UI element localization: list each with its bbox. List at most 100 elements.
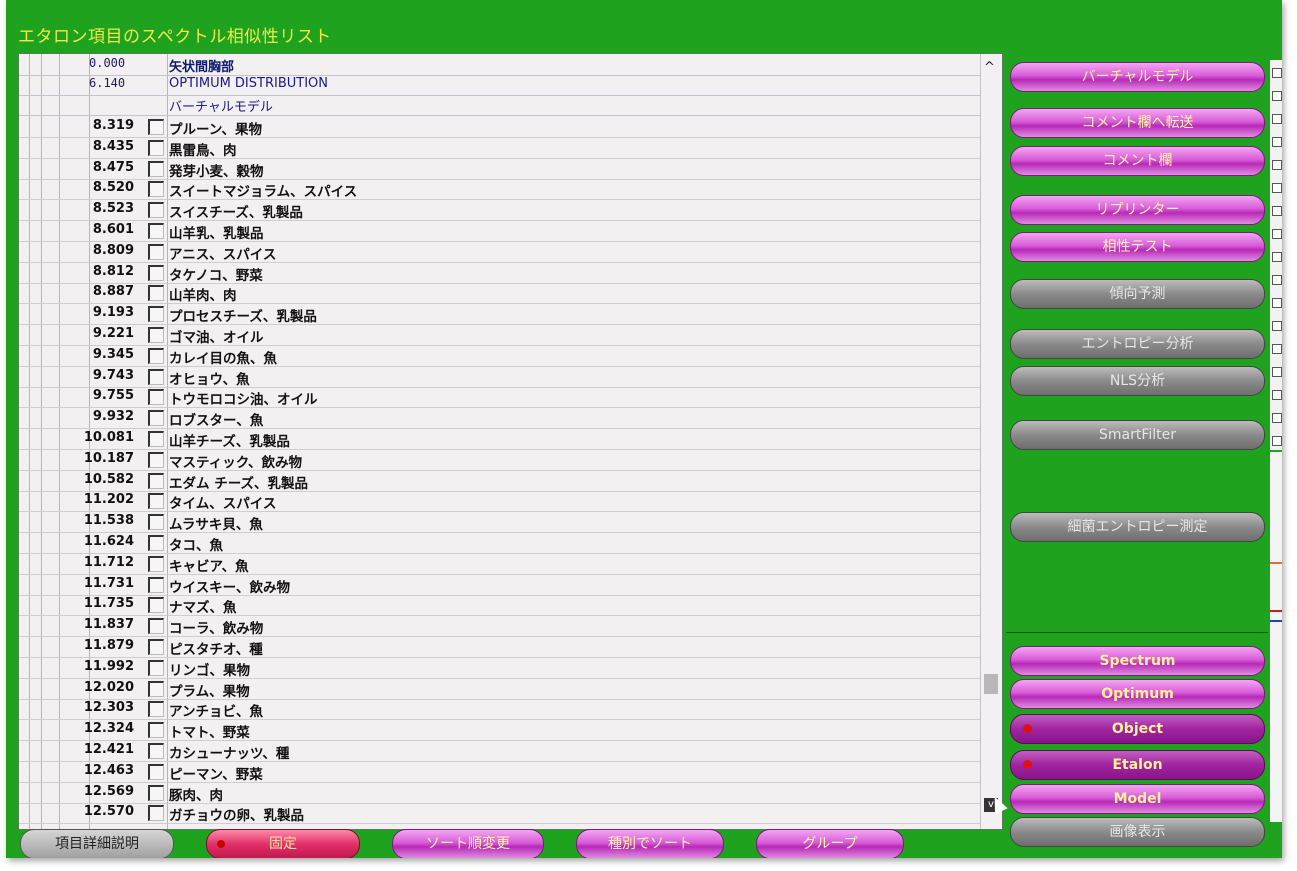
side-checkbox[interactable] bbox=[1272, 68, 1282, 78]
list-item[interactable]: 8.809 アニス、スパイス bbox=[19, 241, 980, 263]
row-checkbox[interactable] bbox=[148, 576, 164, 593]
side-checkbox[interactable] bbox=[1272, 137, 1282, 147]
list-item[interactable]: 10.187 マスティック、飲み物 bbox=[19, 449, 980, 471]
list-item[interactable]: 9.221 ゴマ油、オイル bbox=[19, 324, 980, 346]
row-checkbox[interactable] bbox=[148, 784, 164, 801]
header-row[interactable]: 6.140 OPTIMUM DISTRIBUTION bbox=[19, 74, 980, 96]
list-item[interactable]: 11.712 キャビア、魚 bbox=[19, 553, 980, 575]
list-item[interactable]: 9.932 ロブスター、魚 bbox=[19, 407, 980, 430]
list-item[interactable]: 11.992 リンゴ、果物 bbox=[19, 657, 980, 679]
row-checkbox[interactable] bbox=[148, 597, 164, 614]
optimum-button[interactable]: Optimum bbox=[1010, 679, 1265, 709]
list-item[interactable]: 12.020 プラム、果物 bbox=[19, 678, 980, 700]
fix-button[interactable]: 固定 bbox=[206, 829, 360, 858]
virtual-model-button[interactable]: バーチャルモデル bbox=[1010, 62, 1265, 92]
row-checkbox[interactable] bbox=[148, 160, 164, 177]
list-item[interactable]: 9.193 プロセスチーズ、乳製品 bbox=[19, 303, 980, 326]
side-checkbox[interactable] bbox=[1272, 321, 1282, 331]
list-item[interactable]: 8.319 プルーン、果物 bbox=[19, 116, 980, 138]
row-checkbox[interactable] bbox=[148, 139, 164, 156]
transfer-comment-button[interactable]: コメント欄へ転送 bbox=[1010, 108, 1265, 138]
list-item[interactable]: 8.523 スイスチーズ、乳製品 bbox=[19, 199, 980, 222]
row-checkbox[interactable] bbox=[148, 431, 164, 447]
list-item[interactable]: 8.475 発芽小麦、穀物 bbox=[19, 158, 980, 180]
list-item[interactable]: 11.202 タイム、スパイス bbox=[19, 490, 980, 513]
list-item[interactable]: 9.345 カレイ目の魚、魚 bbox=[19, 345, 980, 367]
row-checkbox[interactable] bbox=[148, 389, 164, 406]
list-item[interactable]: 12.463 ピーマン、野菜 bbox=[19, 761, 980, 783]
model-button[interactable]: Model bbox=[1010, 784, 1265, 814]
comment-button[interactable]: コメント欄 bbox=[1010, 146, 1265, 176]
list-item[interactable]: 11.538 ムラサキ貝、魚 bbox=[19, 511, 980, 534]
list-item[interactable]: 12.421 カシューナッツ、種 bbox=[19, 740, 980, 762]
list-item[interactable]: 8.601 山羊乳、乳製品 bbox=[19, 220, 980, 242]
list-item[interactable]: 8.435 黒雷鳥、肉 bbox=[19, 137, 980, 159]
row-checkbox[interactable] bbox=[148, 285, 164, 302]
row-checkbox[interactable] bbox=[148, 119, 164, 135]
side-checkbox[interactable] bbox=[1272, 229, 1282, 239]
row-checkbox[interactable] bbox=[148, 618, 164, 635]
side-checkbox[interactable] bbox=[1272, 390, 1282, 400]
nls-button[interactable]: NLS分析 bbox=[1010, 366, 1265, 396]
list-item[interactable]: 8.887 山羊肉、肉 bbox=[19, 282, 980, 305]
list-item[interactable]: 11.879 ピスタチオ、種 bbox=[19, 636, 980, 658]
row-checkbox[interactable] bbox=[148, 202, 164, 219]
list-item[interactable]: 10.081 山羊チーズ、乳製品 bbox=[19, 428, 980, 450]
row-checkbox[interactable] bbox=[148, 535, 164, 551]
sort-order-button[interactable]: ソート順変更 bbox=[392, 829, 544, 858]
list-item[interactable]: 10.582 エダム チーズ、乳製品 bbox=[19, 470, 980, 492]
side-checkbox[interactable] bbox=[1272, 367, 1282, 377]
row-checkbox[interactable] bbox=[148, 680, 164, 697]
side-checkbox[interactable] bbox=[1272, 183, 1282, 193]
list-item[interactable]: 9.755 トウモロコシ油、オイル bbox=[19, 386, 980, 409]
side-checkbox[interactable] bbox=[1272, 252, 1282, 262]
side-checkbox[interactable] bbox=[1272, 160, 1282, 170]
row-checkbox[interactable] bbox=[148, 639, 164, 655]
row-checkbox[interactable] bbox=[148, 514, 164, 531]
list-item[interactable]: 12.569 豚肉、肉 bbox=[19, 782, 980, 804]
row-checkbox[interactable] bbox=[148, 306, 164, 323]
list-item[interactable]: 11.624 タコ、魚 bbox=[19, 532, 980, 554]
object-button[interactable]: Object bbox=[1010, 714, 1265, 744]
row-checkbox[interactable] bbox=[148, 451, 164, 468]
sort-type-button[interactable]: 種別でソート bbox=[576, 829, 724, 858]
row-checkbox[interactable] bbox=[148, 493, 164, 510]
side-checkbox[interactable] bbox=[1272, 275, 1282, 285]
image-view-button[interactable]: 画像表示 bbox=[1010, 817, 1265, 847]
side-checkbox[interactable] bbox=[1272, 436, 1282, 446]
row-checkbox[interactable] bbox=[148, 410, 164, 427]
side-checkbox[interactable] bbox=[1272, 298, 1282, 308]
list-item[interactable]: 11.731 ウイスキー、飲み物 bbox=[19, 574, 980, 596]
list-item[interactable]: 8.520 スイートマジョラム、スパイス bbox=[19, 178, 980, 201]
side-checkbox[interactable] bbox=[1272, 344, 1282, 354]
row-checkbox[interactable] bbox=[148, 243, 164, 260]
scroll-up-icon[interactable]: ^ bbox=[984, 60, 995, 75]
side-checkbox[interactable] bbox=[1272, 114, 1282, 124]
row-checkbox[interactable] bbox=[148, 555, 164, 572]
side-checkbox[interactable] bbox=[1272, 91, 1282, 101]
side-checkbox[interactable] bbox=[1272, 413, 1282, 423]
list-item[interactable]: 11.837 コーラ、飲み物 bbox=[19, 615, 980, 638]
row-checkbox[interactable] bbox=[148, 722, 164, 739]
row-checkbox[interactable] bbox=[148, 472, 164, 489]
row-checkbox[interactable] bbox=[148, 701, 164, 718]
row-checkbox[interactable] bbox=[148, 181, 164, 198]
group-button[interactable]: グループ bbox=[756, 829, 904, 858]
row-checkbox[interactable] bbox=[148, 368, 164, 385]
etalon-button[interactable]: Etalon bbox=[1010, 750, 1265, 780]
entropy-button[interactable]: エントロピー分析 bbox=[1010, 329, 1265, 359]
scroll-thumb[interactable] bbox=[984, 674, 998, 694]
list-item[interactable]: 9.743 オヒョウ、魚 bbox=[19, 366, 980, 388]
trend-button[interactable]: 傾向予測 bbox=[1010, 279, 1265, 309]
list-item[interactable]: 11.735 ナマズ、魚 bbox=[19, 594, 980, 617]
item-detail-button[interactable]: 項目詳細説明 bbox=[20, 829, 174, 858]
row-checkbox[interactable] bbox=[148, 264, 164, 281]
row-checkbox[interactable] bbox=[148, 805, 164, 822]
compat-test-button[interactable]: 相性テスト bbox=[1010, 232, 1265, 262]
similarity-list[interactable]: 0.000 矢状間胸部 6.140 OPTIMUM DISTRIBUTION バ… bbox=[18, 53, 1003, 830]
list-item[interactable]: 12.324 トマト、野菜 bbox=[19, 719, 980, 742]
smartfilter-button[interactable]: SmartFilter bbox=[1010, 420, 1265, 450]
list-item[interactable]: 12.303 アンチョビ、魚 bbox=[19, 698, 980, 721]
row-checkbox[interactable] bbox=[148, 223, 164, 239]
scrollbar[interactable]: ^ v bbox=[980, 54, 1002, 829]
